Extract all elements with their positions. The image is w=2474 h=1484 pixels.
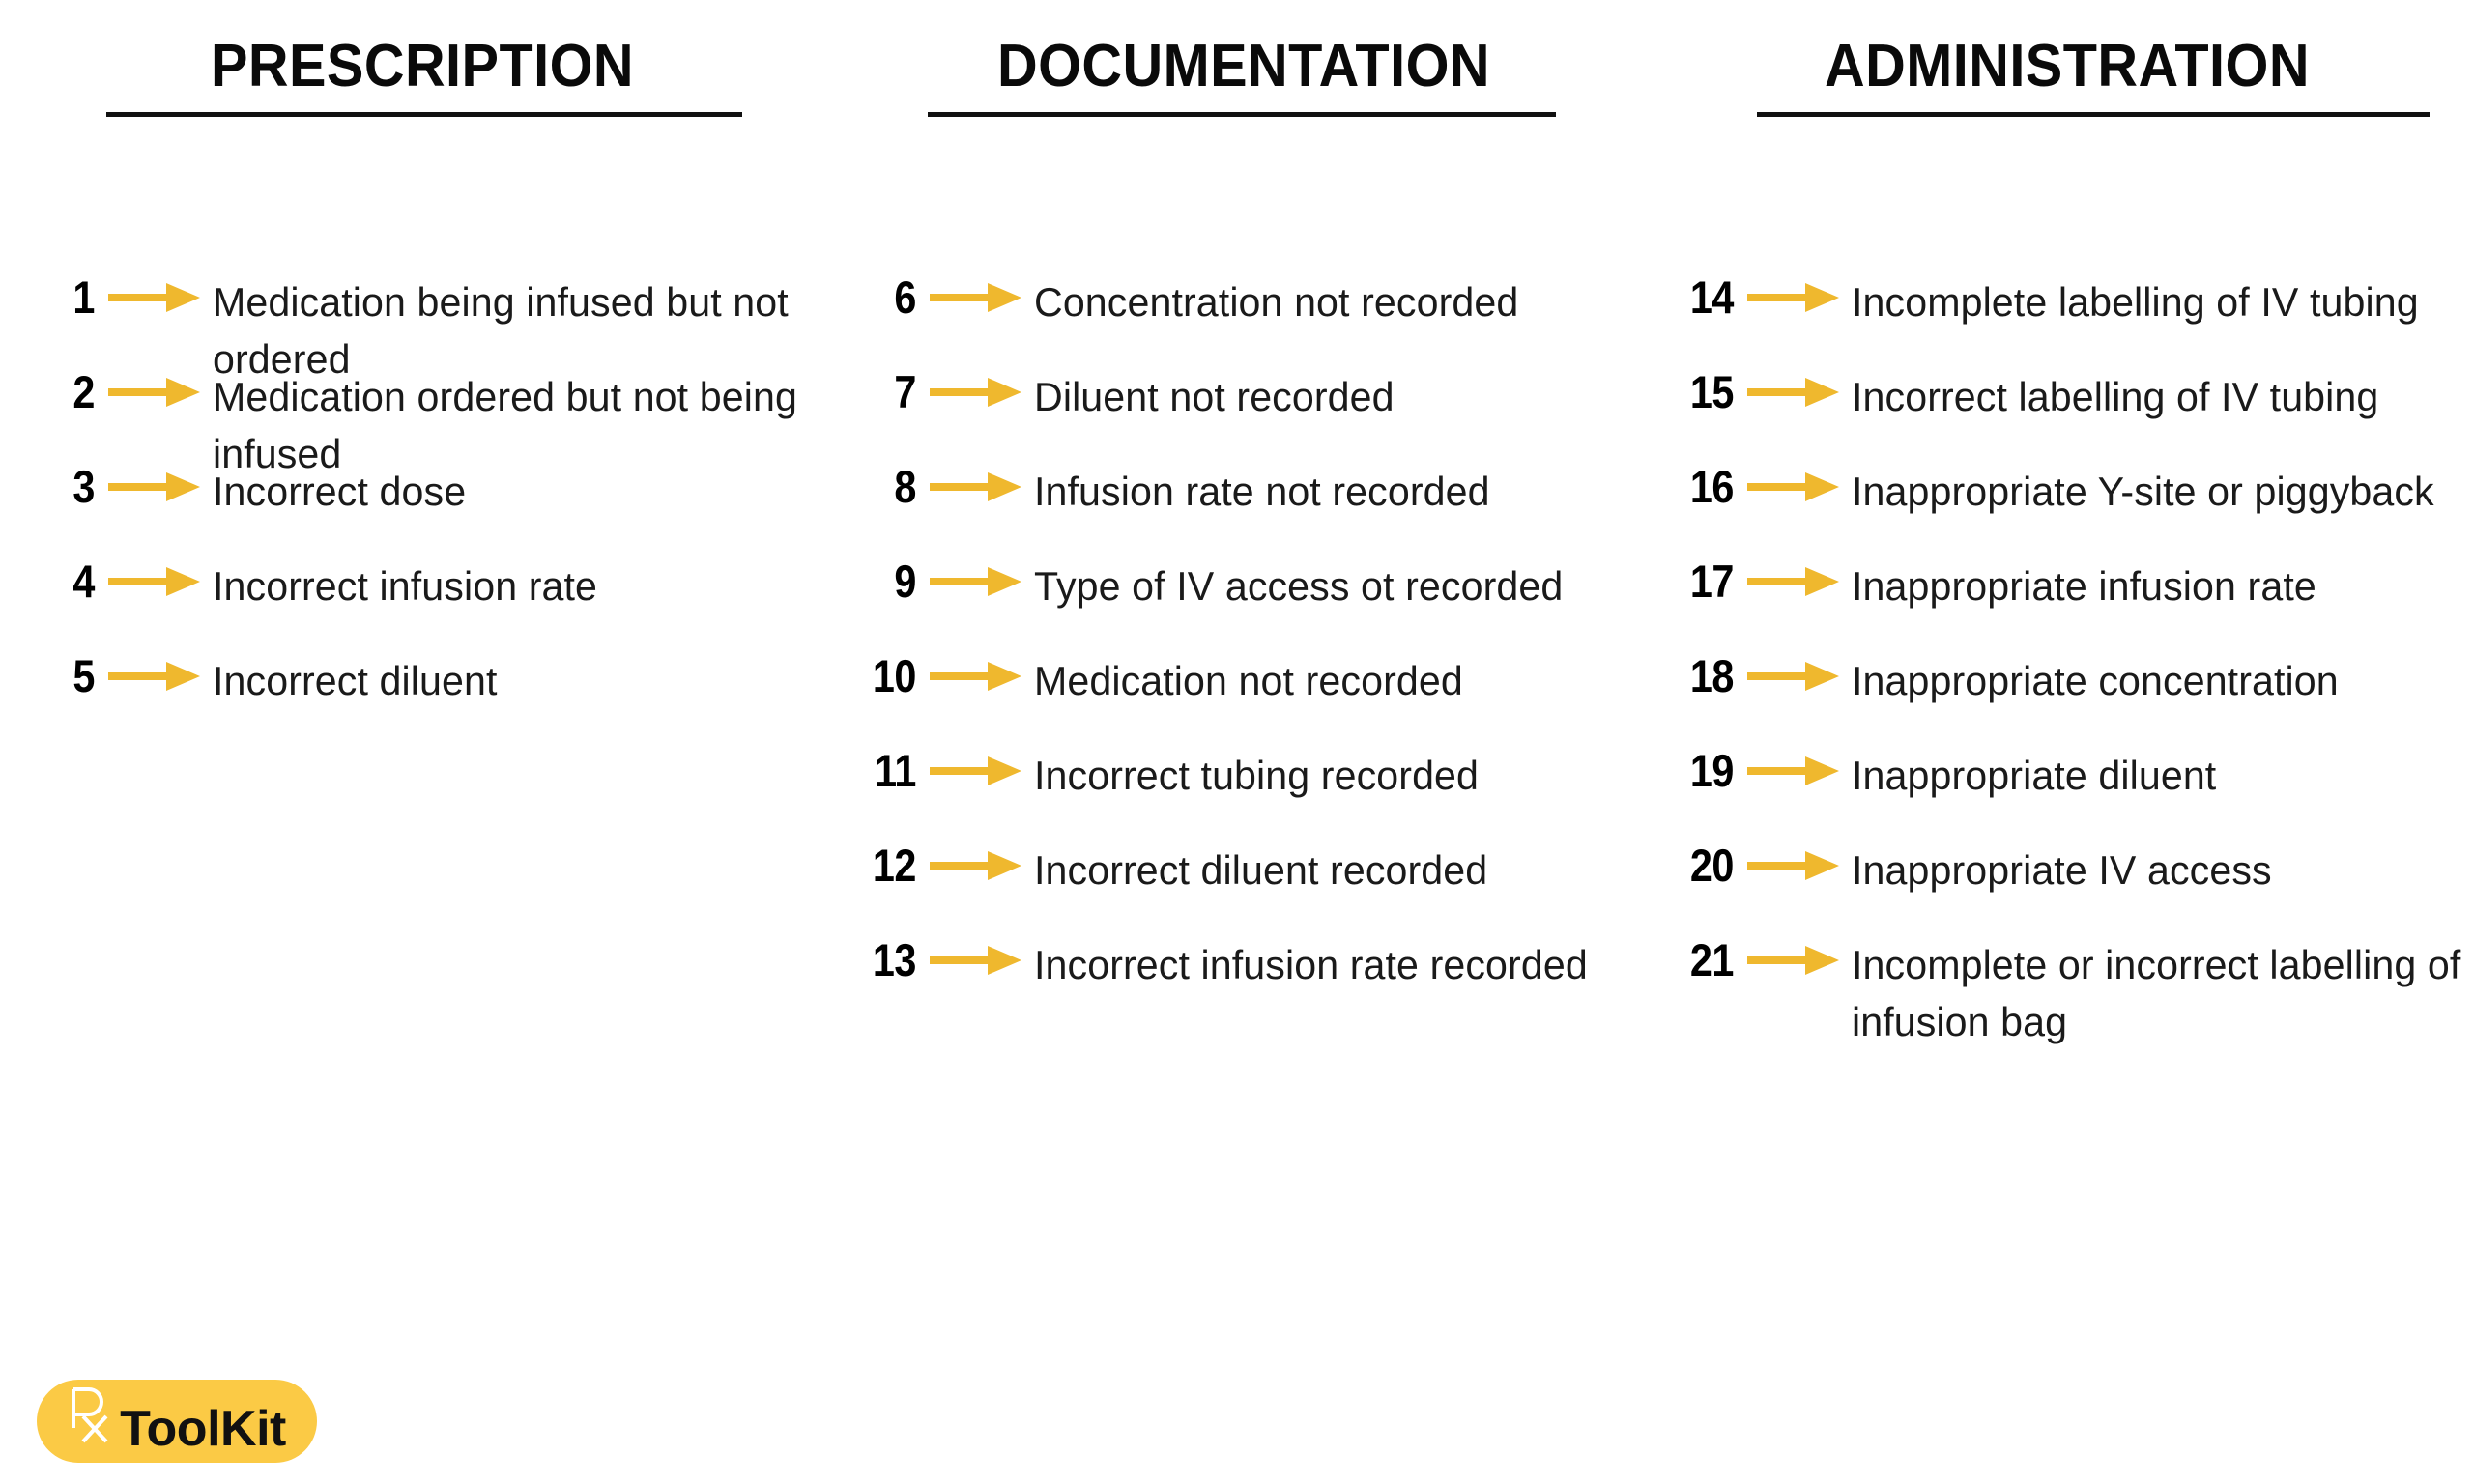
arrow-right-icon (928, 367, 1028, 417)
rxtoolkit-logo: ToolKit (37, 1380, 317, 1463)
arrow-right-icon (928, 272, 1028, 323)
item-number: 15 (1689, 366, 1735, 417)
arrow-right-icon (1745, 841, 1846, 891)
arrow-right-icon (1745, 651, 1846, 701)
column-title-underline (928, 112, 1556, 117)
column-administration: ADMINISTRATION 14 Incomplete labelling of… (1660, 0, 2474, 1045)
item-number: 5 (72, 650, 95, 701)
error-category-board: PRESCRIPTION 1 Medication being infused b… (0, 0, 2474, 1484)
list-item: 15 Incorrect labelling of IV tubing (1660, 367, 2474, 425)
item-label: Infusion rate not recorded (1034, 469, 1490, 514)
item-label: Diluent not recorded (1034, 374, 1395, 419)
arrow-right-icon (928, 841, 1028, 891)
item-label: Incomplete or incorrect labelling of inf… (1852, 942, 2461, 1044)
column-title-prescription: PRESCRIPTION (210, 33, 635, 100)
item-number: 7 (894, 366, 916, 417)
item-label: Incomplete labelling of IV tubing (1852, 279, 2419, 325)
item-label: Incorrect infusion rate recorded (1034, 942, 1588, 987)
column-header-prescription: PRESCRIPTION (21, 0, 823, 155)
item-number: 16 (1689, 461, 1735, 512)
item-label: Concentration not recorded (1034, 279, 1519, 325)
item-label: Inappropriate diluent (1852, 753, 2217, 798)
rx-mark-icon (68, 1385, 118, 1445)
item-number: 11 (875, 745, 916, 796)
item-label: Medication not recorded (1034, 658, 1463, 703)
arrow-right-icon (1745, 935, 1846, 985)
list-item: 17 Inappropriate infusion rate (1660, 556, 2474, 614)
item-label: Incorrect dose (213, 469, 467, 514)
arrow-right-icon (1745, 556, 1846, 607)
item-number: 8 (894, 461, 916, 512)
list-item: 7 Diluent not recorded (843, 367, 1645, 425)
list-item: 9 Type of IV access ot recorded (843, 556, 1645, 614)
arrow-right-icon (106, 272, 207, 323)
list-item: 20 Inappropriate IV access (1660, 841, 2474, 899)
item-number: 10 (872, 650, 917, 701)
list-item: 18 Inappropriate concentration (1660, 651, 2474, 709)
item-number: 21 (1689, 934, 1735, 985)
list-item: 11 Incorrect tubing recorded (843, 746, 1645, 804)
arrow-right-icon (106, 367, 207, 417)
item-number: 2 (72, 366, 95, 417)
arrow-right-icon (928, 651, 1028, 701)
list-item: 16 Inappropriate Y-site or piggyback (1660, 462, 2474, 520)
arrow-right-icon (1745, 272, 1846, 323)
logo-wordmark: ToolKit (120, 1400, 286, 1457)
item-label: Incorrect infusion rate (213, 563, 598, 609)
logo-inner: ToolKit (68, 1385, 286, 1454)
arrow-right-icon (106, 556, 207, 607)
list-item: 13 Incorrect infusion rate recorded (843, 935, 1645, 993)
arrow-right-icon (928, 462, 1028, 512)
item-number: 13 (872, 934, 917, 985)
column-prescription: PRESCRIPTION 1 Medication being infused b… (21, 0, 823, 704)
item-number: 14 (1689, 271, 1735, 323)
list-item: 6 Concentration not recorded (843, 272, 1645, 330)
arrow-right-icon (928, 556, 1028, 607)
arrow-right-icon (106, 651, 207, 701)
list-item: 10 Medication not recorded (843, 651, 1645, 709)
item-number: 12 (872, 840, 917, 891)
item-number: 6 (894, 271, 916, 323)
item-number: 4 (72, 556, 95, 607)
item-number: 3 (72, 461, 95, 512)
item-number: 18 (1689, 650, 1735, 701)
list-item: 12 Incorrect diluent recorded (843, 841, 1645, 899)
arrow-right-icon (1745, 462, 1846, 512)
list-item: 3 Incorrect dose (21, 462, 823, 520)
list-item: 4 Incorrect infusion rate (21, 556, 823, 614)
column-title-underline (1757, 112, 2430, 117)
arrow-right-icon (106, 462, 207, 512)
column-header-administration: ADMINISTRATION (1660, 0, 2474, 155)
list-item: 8 Infusion rate not recorded (843, 462, 1645, 520)
list-item: 14 Incomplete labelling of IV tubing (1660, 272, 2474, 330)
list-item: 5 Incorrect diluent (21, 651, 823, 709)
column-title-administration: ADMINISTRATION (1825, 33, 2310, 100)
item-label: Inappropriate IV access (1852, 847, 2272, 893)
item-label: Incorrect labelling of IV tubing (1852, 374, 2379, 419)
item-number: 20 (1689, 840, 1735, 891)
item-number: 1 (72, 271, 95, 323)
arrow-right-icon (928, 935, 1028, 985)
list-item: 21 Incomplete or incorrect labelling of i… (1660, 935, 2474, 1050)
item-number: 9 (894, 556, 916, 607)
item-label: Incorrect diluent recorded (1034, 847, 1488, 893)
column-header-documentation: DOCUMENTATION (843, 0, 1645, 155)
item-label: Incorrect diluent (213, 658, 498, 703)
list-item: 19 Inappropriate diluent (1660, 746, 2474, 804)
item-label: Inappropriate infusion rate (1852, 563, 2316, 609)
item-label: Inappropriate Y-site or piggyback (1852, 469, 2434, 514)
item-label: Incorrect tubing recorded (1034, 753, 1480, 798)
arrow-right-icon (1745, 367, 1846, 417)
arrow-right-icon (1745, 746, 1846, 796)
item-number: 17 (1689, 556, 1735, 607)
item-label: Type of IV access ot recorded (1034, 563, 1564, 609)
column-documentation: DOCUMENTATION 6 Concentration not recorde… (843, 0, 1645, 988)
item-number: 19 (1689, 745, 1735, 796)
column-title-documentation: DOCUMENTATION (997, 33, 1490, 100)
arrow-right-icon (928, 746, 1028, 796)
item-label: Inappropriate concentration (1852, 658, 2339, 703)
column-title-underline (106, 112, 742, 117)
